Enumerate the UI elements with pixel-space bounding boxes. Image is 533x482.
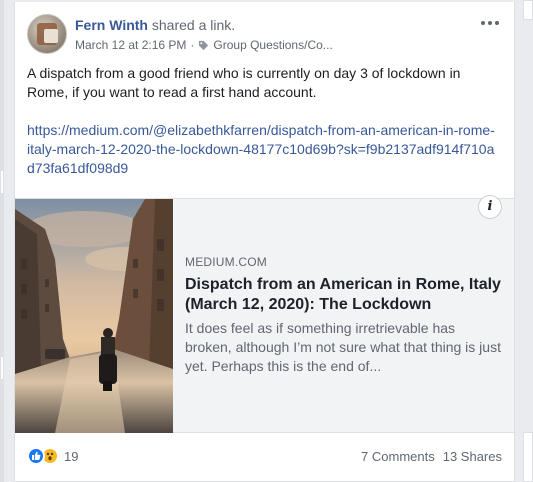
link-preview[interactable]: i MEDIUM.COM Dispatch from an American i…	[15, 195, 514, 433]
reaction-icons	[27, 447, 59, 465]
post-footer: 19 7 Comments 13 Shares	[27, 442, 502, 470]
post-action: shared a link.	[151, 17, 236, 33]
left-column-edge	[0, 0, 4, 482]
post-card: Fern Winth shared a link. March 12 at 2:…	[14, 2, 515, 482]
post-audience[interactable]: Group Questions/Co...	[213, 38, 332, 52]
link-description: It does feel as if something irretrievab…	[185, 320, 501, 374]
left-column-card-stub	[0, 356, 4, 380]
right-column-card-stub	[523, 0, 533, 20]
post-message: A dispatch from a good friend who is cur…	[27, 65, 461, 100]
shares-count[interactable]: 13 Shares	[443, 449, 502, 464]
engagement-counts: 7 Comments 13 Shares	[361, 449, 502, 464]
post-link[interactable]: https://medium.com/@elizabethkfarren/dis…	[27, 121, 497, 178]
rome-street-photo	[15, 199, 173, 433]
link-title[interactable]: Dispatch from an American in Rome, Italy…	[185, 275, 501, 315]
post-header: Fern Winth shared a link. March 12 at 2:…	[27, 14, 502, 54]
left-column-card-stub	[0, 170, 4, 194]
link-preview-image[interactable]	[15, 199, 173, 433]
info-icon[interactable]: i	[478, 195, 502, 219]
author-name[interactable]: Fern Winth	[75, 17, 148, 33]
comments-count[interactable]: 7 Comments	[361, 449, 435, 464]
right-column-edge	[517, 0, 533, 482]
post-body: A dispatch from a good friend who is cur…	[27, 64, 497, 178]
post-meta: March 12 at 2:16 PM · Group Questions/Co…	[75, 38, 333, 52]
right-column-card-stub	[523, 432, 533, 482]
more-options-icon[interactable]	[478, 16, 502, 30]
link-preview-text: MEDIUM.COM Dispatch from an American in …	[185, 255, 501, 376]
meta-separator: ·	[190, 38, 195, 52]
reaction-count[interactable]: 19	[64, 449, 78, 464]
avatar-photo-detail	[44, 29, 58, 43]
reaction-summary[interactable]: 19	[27, 447, 78, 465]
post-timestamp[interactable]: March 12 at 2:16 PM	[75, 38, 186, 52]
tag-icon	[199, 40, 209, 50]
like-reaction-icon	[27, 447, 45, 465]
link-domain: MEDIUM.COM	[185, 255, 267, 269]
author-avatar[interactable]	[27, 14, 67, 54]
post-title-line: Fern Winth shared a link.	[75, 17, 235, 33]
